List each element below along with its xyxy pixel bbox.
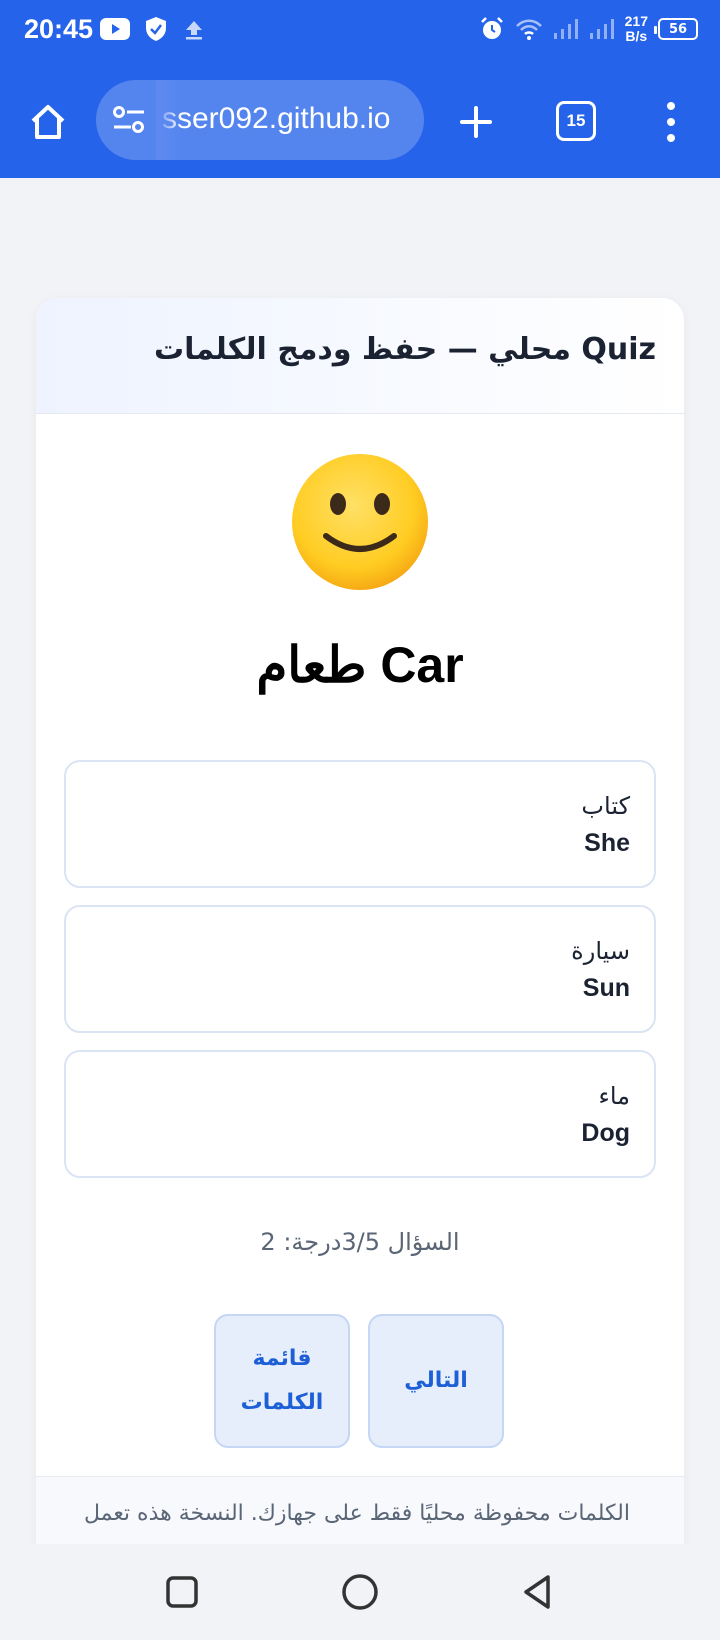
next-button[interactable]: التالي [368,1314,504,1448]
home-icon [31,105,65,139]
upload-icon [186,21,202,40]
shield-icon [146,17,166,41]
site-settings-icon[interactable] [112,106,146,134]
action-buttons: قائمة الكلمات التالي [214,1314,504,1448]
url-bar[interactable]: sser092.github.io [96,80,424,160]
signal-icon [553,19,578,39]
battery-icon: 56 [654,18,698,40]
battery-level: 56 [668,21,688,37]
answer-options: كتاب She سيارة Sun ماء Dog [64,760,656,1195]
home-circle-icon[interactable] [340,1572,380,1612]
option-arabic: ماء [598,1082,630,1110]
network-speed: 217 B/s [625,14,648,44]
card-header: Quiz محلي — حفظ ودمج الكلمات [36,298,684,414]
option-arabic: سيارة [571,937,630,965]
url-fade [156,80,182,160]
option-english: Dog [581,1119,630,1147]
option-english: Sun [582,974,630,1002]
quiz-card: Quiz محلي — حفظ ودمج الكلمات طعام Car كت… [36,298,684,1558]
url-text[interactable]: sser092.github.io [162,102,391,136]
more-vert-icon[interactable] [656,96,686,148]
network-speed-value: 217 [624,13,648,29]
signal-icon [589,19,614,39]
network-speed-unit: B/s [625,28,648,44]
answer-option[interactable]: ماء Dog [64,1050,656,1178]
option-english: She [584,829,630,857]
slightly-smiling-face-icon [292,454,428,590]
tabs-button[interactable]: 15 [556,101,596,141]
status-time: 20:45 [24,14,94,44]
quiz-word: طعام Car [256,637,464,693]
answer-option[interactable]: سيارة Sun [64,905,656,1033]
answer-option[interactable]: كتاب She [64,760,656,888]
home-button[interactable] [22,96,74,148]
tab-count: 15 [566,111,586,130]
browser-toolbar: sser092.github.io 15 [0,66,720,178]
navigation-bar [0,1544,720,1640]
status-notification-icons [100,16,206,42]
footer-note: الكلمات محفوظة محليًا فقط على جهازك. الن… [83,1501,630,1526]
back-icon[interactable] [518,1572,558,1612]
recents-icon[interactable] [162,1572,202,1612]
alarm-icon [480,17,503,39]
option-arabic: كتاب [581,792,630,820]
wifi-icon [515,19,542,40]
page-title: Quiz محلي — حفظ ودمج الكلمات [154,332,656,367]
progress-text: السؤال 3/5درجة: 2 [260,1228,460,1256]
status-bar: 20:45 217 B/s 56 [0,0,720,66]
status-system-icons: 217 B/s 56 [479,14,698,44]
word-list-button[interactable]: قائمة الكلمات [214,1314,350,1448]
new-tab-button[interactable] [450,96,502,148]
plus-icon [460,106,492,138]
youtube-icon [100,18,130,40]
